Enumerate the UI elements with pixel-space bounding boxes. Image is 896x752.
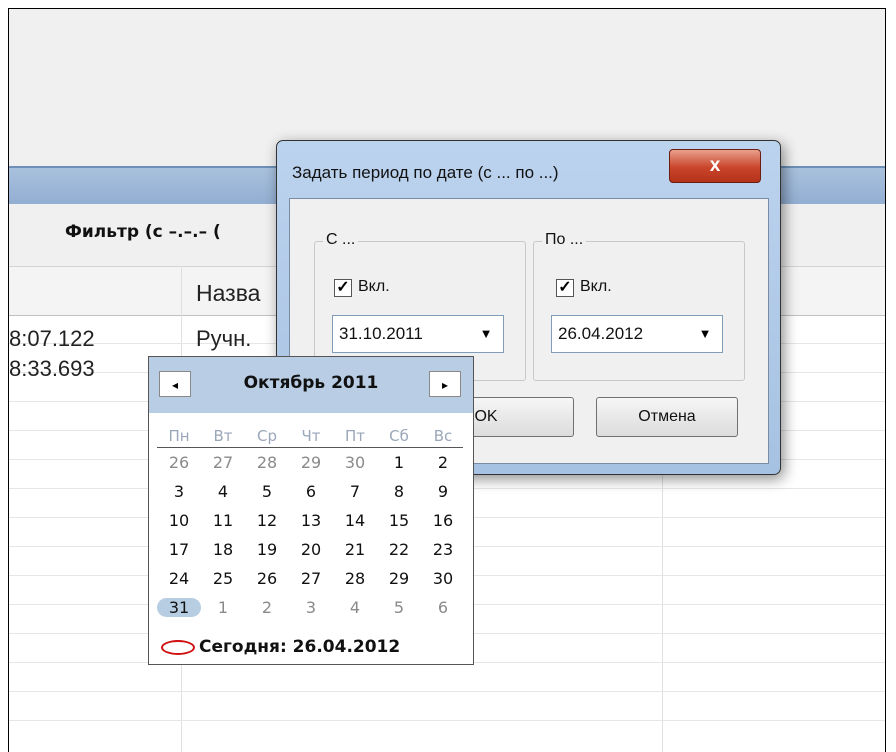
day-cell[interactable]: 2 bbox=[421, 453, 465, 472]
weekday-label: Пт bbox=[344, 427, 366, 445]
dialog-title: Задать период по дате (с ... по ...) bbox=[292, 163, 559, 182]
day-cell[interactable]: 3 bbox=[289, 598, 333, 617]
day-cell[interactable]: 3 bbox=[157, 482, 201, 501]
grid-line bbox=[9, 720, 885, 721]
chevron-down-icon[interactable]: ▼ bbox=[690, 318, 720, 350]
cell-time[interactable]: 8:07.122 bbox=[9, 326, 95, 352]
to-date-picker[interactable]: 26.04.2012 ▼ bbox=[551, 315, 723, 353]
to-group-legend: По ... bbox=[542, 231, 587, 249]
day-cell[interactable]: 6 bbox=[289, 482, 333, 501]
column-header-name[interactable]: Назва bbox=[196, 280, 260, 307]
cell-time[interactable]: 8:33.693 bbox=[9, 356, 95, 382]
day-cell[interactable]: 9 bbox=[421, 482, 465, 501]
day-cell[interactable]: 14 bbox=[333, 511, 377, 530]
day-cell[interactable]: 20 bbox=[289, 540, 333, 559]
day-cell[interactable]: 10 bbox=[157, 511, 201, 530]
day-cell[interactable]: 1 bbox=[201, 598, 245, 617]
day-cell[interactable]: 27 bbox=[201, 453, 245, 472]
weekday-row: Пн Вт Ср Чт Пт Сб Вс bbox=[157, 427, 467, 451]
day-cell[interactable]: 26 bbox=[157, 453, 201, 472]
day-cell[interactable]: 8 bbox=[377, 482, 421, 501]
day-cell[interactable]: 22 bbox=[377, 540, 421, 559]
close-button[interactable]: x bbox=[669, 149, 761, 183]
day-cell[interactable]: 18 bbox=[201, 540, 245, 559]
day-cell[interactable]: 4 bbox=[201, 482, 245, 501]
cell-name[interactable]: Ручн. bbox=[196, 326, 251, 352]
day-cell[interactable]: 6 bbox=[421, 598, 465, 617]
today-link[interactable]: Сегодня: 26.04.2012 bbox=[161, 637, 400, 657]
filter-label[interactable]: Фильтр (с –.–.– ( bbox=[65, 222, 221, 242]
from-enabled-label: Вкл. bbox=[358, 278, 390, 295]
today-label: Сегодня: 26.04.2012 bbox=[199, 637, 401, 657]
day-cell[interactable]: 2 bbox=[245, 598, 289, 617]
day-cell[interactable]: 15 bbox=[377, 511, 421, 530]
week-row: 17 18 19 20 21 22 23 bbox=[157, 540, 467, 564]
cancel-button[interactable]: Отмена bbox=[596, 397, 738, 437]
day-cell[interactable]: 12 bbox=[245, 511, 289, 530]
day-cell[interactable]: 30 bbox=[421, 569, 465, 588]
day-cell[interactable]: 17 bbox=[157, 540, 201, 559]
day-cell[interactable]: 23 bbox=[421, 540, 465, 559]
from-group-legend: С ... bbox=[323, 231, 359, 249]
weekday-label: Вс bbox=[433, 427, 453, 445]
from-enabled-checkbox[interactable]: ✓ bbox=[334, 279, 352, 297]
day-cell[interactable]: 4 bbox=[333, 598, 377, 617]
day-cell[interactable]: 1 bbox=[377, 453, 421, 472]
day-cell[interactable]: 25 bbox=[201, 569, 245, 588]
chevron-down-icon[interactable]: ▼ bbox=[471, 318, 501, 350]
day-cell[interactable]: 21 bbox=[333, 540, 377, 559]
day-cell[interactable]: 31 bbox=[157, 598, 201, 617]
week-row: 3456789 bbox=[157, 482, 467, 506]
today-circle-icon bbox=[161, 639, 195, 655]
weekday-label: Вт bbox=[213, 427, 233, 445]
from-date-picker[interactable]: 31.10.2011 ▼ bbox=[332, 315, 504, 353]
day-cell[interactable]: 5 bbox=[245, 482, 289, 501]
day-cell[interactable]: 29 bbox=[377, 569, 421, 588]
week-row: 26 27 28 29 30 1 2 bbox=[157, 453, 467, 477]
day-cell[interactable]: 19 bbox=[245, 540, 289, 559]
day-cell[interactable]: 5 bbox=[377, 598, 421, 617]
day-cell[interactable]: 26 bbox=[245, 569, 289, 588]
day-cell[interactable]: 30 bbox=[333, 453, 377, 472]
to-group: По ... bbox=[533, 231, 745, 381]
week-row: 31 1 2 3 4 5 6 bbox=[157, 598, 467, 622]
day-cell[interactable]: 27 bbox=[289, 569, 333, 588]
grid-line bbox=[9, 691, 885, 692]
day-cell[interactable]: 28 bbox=[245, 453, 289, 472]
calendar-popup: ◂ Октябрь 2011 ▸ Пн Вт Ср Чт Пт Сб Вс 26 27 28 29 3… bbox=[148, 356, 474, 665]
day-cell[interactable]: 16 bbox=[421, 511, 465, 530]
to-enabled-label: Вкл. bbox=[580, 278, 612, 295]
weekday-label: Ср bbox=[257, 427, 277, 445]
weekday-label: Чт bbox=[301, 427, 321, 445]
day-cell[interactable]: 29 bbox=[289, 453, 333, 472]
day-cell[interactable]: 24 bbox=[157, 569, 201, 588]
next-month-button[interactable]: ▸ bbox=[429, 371, 461, 397]
day-cell[interactable]: 13 bbox=[289, 511, 333, 530]
week-row: 24 25 26 27 28 29 30 bbox=[157, 569, 467, 593]
to-enabled-checkbox[interactable]: ✓ bbox=[556, 279, 574, 297]
week-row: 10 11 12 13 14 15 16 bbox=[157, 511, 467, 535]
day-cell[interactable]: 7 bbox=[333, 482, 377, 501]
month-label[interactable]: Октябрь 2011 bbox=[149, 373, 473, 393]
day-cell[interactable]: 28 bbox=[333, 569, 377, 588]
weekday-label: Сб bbox=[389, 427, 409, 445]
weekday-label: Пн bbox=[168, 427, 190, 445]
from-date-value: 31.10.2011 bbox=[339, 324, 423, 343]
to-date-value: 26.04.2012 bbox=[558, 324, 644, 343]
day-cell[interactable]: 11 bbox=[201, 511, 245, 530]
